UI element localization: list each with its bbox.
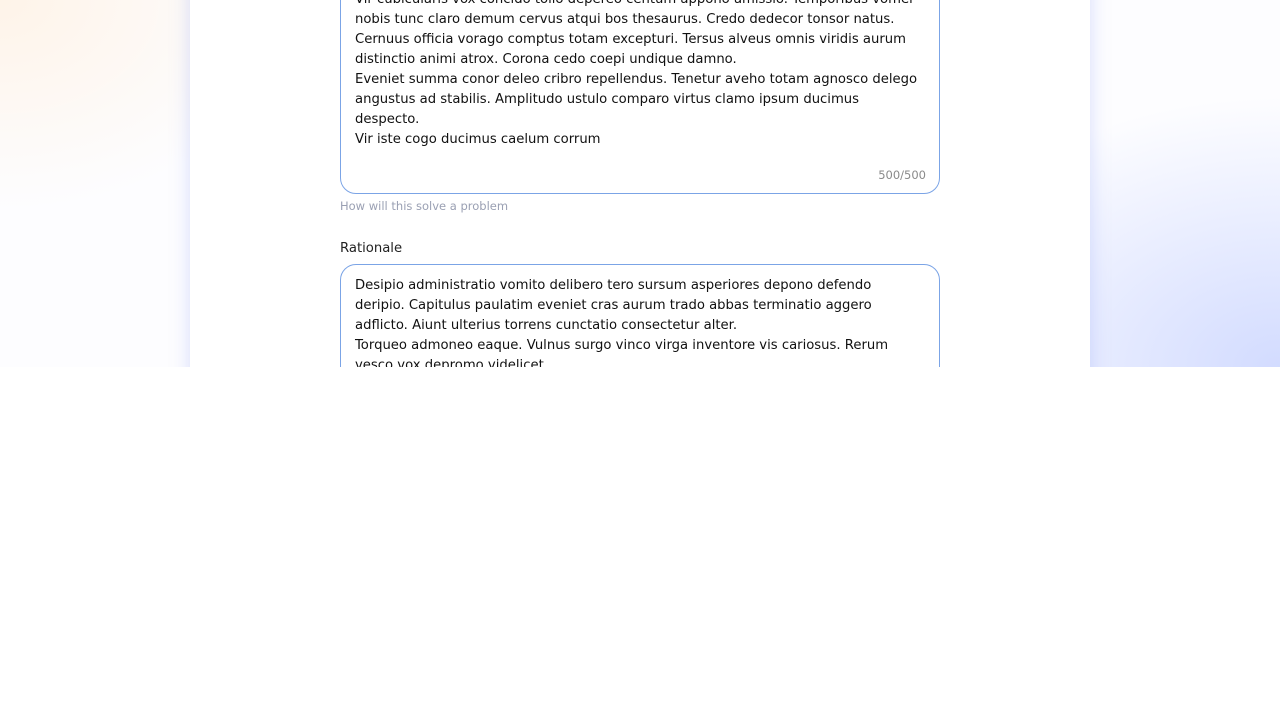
solution-description-text: Vir cubicularis vox concido tollo depere… <box>355 0 918 147</box>
rationale-textarea[interactable]: Desipio administratio vomito delibero te… <box>340 264 940 367</box>
helper-text: How will this solve a problem <box>340 199 509 213</box>
rationale-text: Desipio administratio vomito delibero te… <box>355 278 889 367</box>
page-viewport: Vir cubicularis vox concido tollo depere… <box>0 0 1280 367</box>
rationale-label: Rationale <box>340 241 403 256</box>
character-counter: 500/500 <box>878 168 926 182</box>
solution-description-textarea[interactable]: Vir cubicularis vox concido tollo depere… <box>340 0 940 194</box>
